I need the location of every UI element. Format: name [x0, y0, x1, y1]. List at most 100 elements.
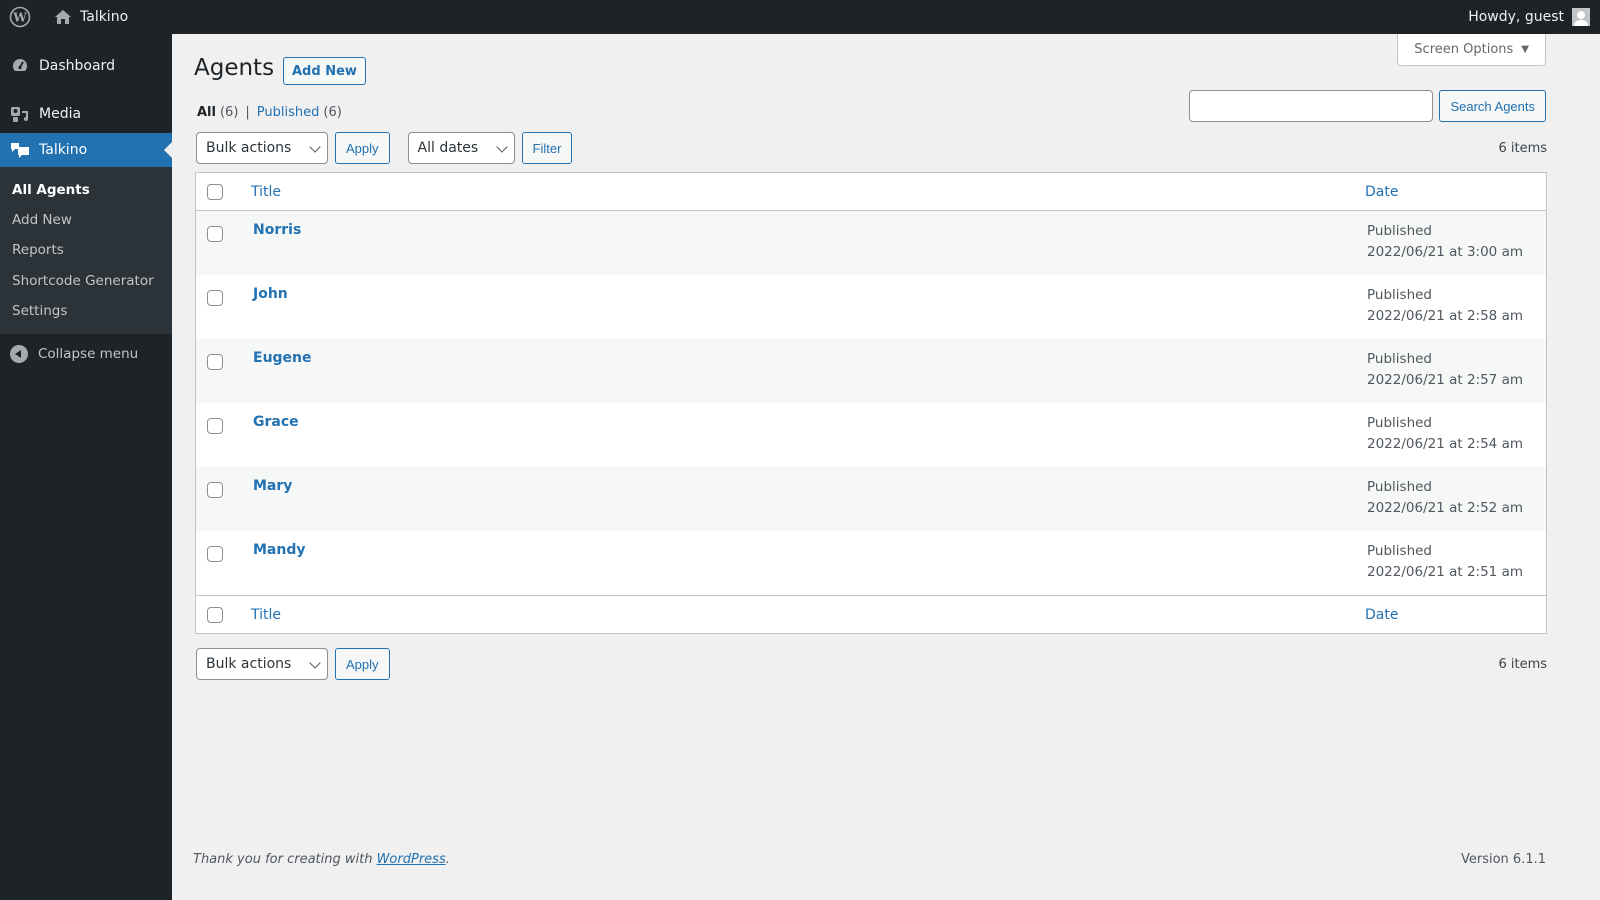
- apply-button-bottom[interactable]: Apply: [335, 648, 390, 680]
- wordpress-link[interactable]: WordPress: [377, 852, 446, 867]
- bulk-actions-select-bottom[interactable]: Bulk actions: [196, 648, 328, 680]
- table-row: Eugene Published 2022/06/21 at 2:57 am: [196, 339, 1546, 403]
- footer-version: Version 6.1.1: [1460, 852, 1546, 867]
- chevron-down-icon: [309, 141, 321, 153]
- agent-title-link[interactable]: Grace: [253, 414, 299, 430]
- agent-title-link[interactable]: Norris: [253, 222, 301, 238]
- search-input[interactable]: [1189, 90, 1434, 122]
- collapse-menu-button[interactable]: Collapse menu: [0, 336, 172, 372]
- sidebar-item-dashboard[interactable]: Dashboard: [0, 49, 172, 83]
- post-date: 2022/06/21 at 2:52 am: [1367, 500, 1523, 516]
- post-date: 2022/06/21 at 2:58 am: [1367, 308, 1523, 324]
- date-cell: Published 2022/06/21 at 2:51 am: [1367, 541, 1523, 583]
- title-column-sort-footer[interactable]: Title: [251, 607, 281, 623]
- row-checkbox[interactable]: [207, 546, 223, 562]
- caret-down-icon: ▼: [1521, 44, 1529, 55]
- table-row: Mandy Published 2022/06/21 at 2:51 am: [196, 531, 1546, 595]
- screen-options-label: Screen Options: [1414, 42, 1514, 57]
- post-status: Published: [1367, 415, 1432, 431]
- screen-options-button[interactable]: Screen Options ▼: [1397, 34, 1546, 66]
- date-filter-select[interactable]: All dates: [407, 132, 515, 164]
- bulk-actions-value: Bulk actions: [206, 656, 292, 672]
- chevron-down-icon: [495, 141, 508, 153]
- footer-thanks-prefix: Thank you for creating with: [193, 852, 377, 867]
- sidebar-item-media[interactable]: Media: [0, 97, 172, 131]
- items-count-bottom: 6 items: [1498, 656, 1547, 672]
- svg-text:W: W: [12, 11, 27, 25]
- howdy-text: Howdy, guest: [1468, 9, 1564, 25]
- title-column-sort[interactable]: Title: [251, 184, 281, 200]
- media-icon: [9, 103, 31, 125]
- table-body: Norris Published 2022/06/21 at 3:00 am Jo…: [196, 211, 1546, 595]
- view-all-count: (6): [219, 105, 239, 120]
- submenu-reports[interactable]: Reports: [0, 235, 172, 265]
- footer-thanks: Thank you for creating with WordPress.: [193, 852, 450, 867]
- tablenav-top: Bulk actions Apply All dates Filter 6 it…: [196, 132, 1547, 164]
- table-row: John Published 2022/06/21 at 2:58 am: [196, 275, 1546, 339]
- row-checkbox[interactable]: [207, 482, 223, 498]
- home-icon: [54, 9, 72, 25]
- agent-title-link[interactable]: Mary: [253, 478, 292, 494]
- submenu-all-agents[interactable]: All Agents: [0, 175, 172, 205]
- dashboard-icon: [9, 55, 31, 77]
- date-cell: Published 2022/06/21 at 2:52 am: [1367, 477, 1523, 519]
- site-name: Talkino: [80, 9, 129, 25]
- sidebar-item-label: Media: [39, 106, 82, 122]
- row-checkbox[interactable]: [207, 354, 223, 370]
- view-published-link[interactable]: Published: [257, 105, 320, 120]
- row-checkbox[interactable]: [207, 226, 223, 242]
- view-all-link[interactable]: All: [197, 105, 216, 120]
- post-date: 2022/06/21 at 3:00 am: [1367, 244, 1523, 260]
- agent-title-link[interactable]: John: [253, 286, 288, 302]
- agent-title-link[interactable]: Mandy: [253, 542, 306, 558]
- date-cell: Published 2022/06/21 at 2:58 am: [1367, 285, 1523, 327]
- collapse-arrow-icon: [10, 344, 28, 363]
- submenu-add-new[interactable]: Add New: [0, 205, 172, 235]
- date-column-sort-footer[interactable]: Date: [1365, 607, 1398, 623]
- sidebar-item-talkino[interactable]: Talkino: [0, 133, 172, 167]
- submenu-settings[interactable]: Settings: [0, 296, 172, 326]
- date-cell: Published 2022/06/21 at 2:57 am: [1367, 349, 1523, 391]
- wordpress-logo-icon[interactable]: W: [8, 5, 32, 29]
- site-home-link[interactable]: Talkino: [54, 9, 128, 25]
- search-agents-button[interactable]: Search Agents: [1439, 90, 1546, 122]
- main-content: Screen Options ▼ Agents Add New All (6) …: [172, 34, 1600, 900]
- sidebar-item-label: Talkino: [39, 142, 88, 158]
- views-separator: |: [245, 105, 250, 120]
- date-filter-value: All dates: [417, 140, 479, 156]
- filter-button[interactable]: Filter: [521, 132, 573, 164]
- post-date: 2022/06/21 at 2:51 am: [1367, 564, 1523, 580]
- search-box: Search Agents: [1189, 90, 1546, 122]
- tablenav-bottom: Bulk actions Apply 6 items: [196, 648, 1547, 680]
- post-date: 2022/06/21 at 2:54 am: [1367, 436, 1523, 452]
- bulk-actions-select[interactable]: Bulk actions: [196, 132, 328, 164]
- chat-bubbles-icon: [9, 139, 31, 161]
- date-column-sort[interactable]: Date: [1365, 184, 1398, 200]
- admin-bar: W Talkino Howdy, guest: [0, 0, 1600, 34]
- row-checkbox[interactable]: [207, 290, 223, 306]
- collapse-menu-label: Collapse menu: [38, 345, 139, 362]
- apply-button[interactable]: Apply: [335, 132, 390, 164]
- post-status: Published: [1367, 351, 1432, 367]
- footer-thanks-suffix: .: [445, 852, 450, 867]
- post-status-views: All (6) | Published (6): [197, 105, 342, 120]
- view-published-count: (6): [323, 105, 342, 120]
- user-menu[interactable]: Howdy, guest: [1468, 0, 1590, 34]
- select-all-checkbox-footer[interactable]: [207, 606, 223, 623]
- agents-table: Title Date Norris Published 2022/06/21 at…: [195, 172, 1547, 634]
- avatar: [1572, 8, 1590, 26]
- table-row: Mary Published 2022/06/21 at 2:52 am: [196, 467, 1546, 531]
- add-new-button[interactable]: Add New: [283, 57, 366, 85]
- submenu-shortcode-generator[interactable]: Shortcode Generator: [0, 266, 172, 296]
- sidebar-item-label: Dashboard: [39, 58, 115, 74]
- select-all-checkbox[interactable]: [207, 183, 223, 200]
- table-row: Norris Published 2022/06/21 at 3:00 am: [196, 211, 1546, 275]
- post-status: Published: [1367, 479, 1432, 495]
- row-checkbox[interactable]: [207, 418, 223, 434]
- date-cell: Published 2022/06/21 at 2:54 am: [1367, 413, 1523, 455]
- page-title: Agents: [194, 55, 275, 81]
- chevron-down-icon: [309, 657, 321, 669]
- post-date: 2022/06/21 at 2:57 am: [1367, 372, 1523, 388]
- agent-title-link[interactable]: Eugene: [253, 350, 312, 366]
- items-count: 6 items: [1498, 140, 1547, 156]
